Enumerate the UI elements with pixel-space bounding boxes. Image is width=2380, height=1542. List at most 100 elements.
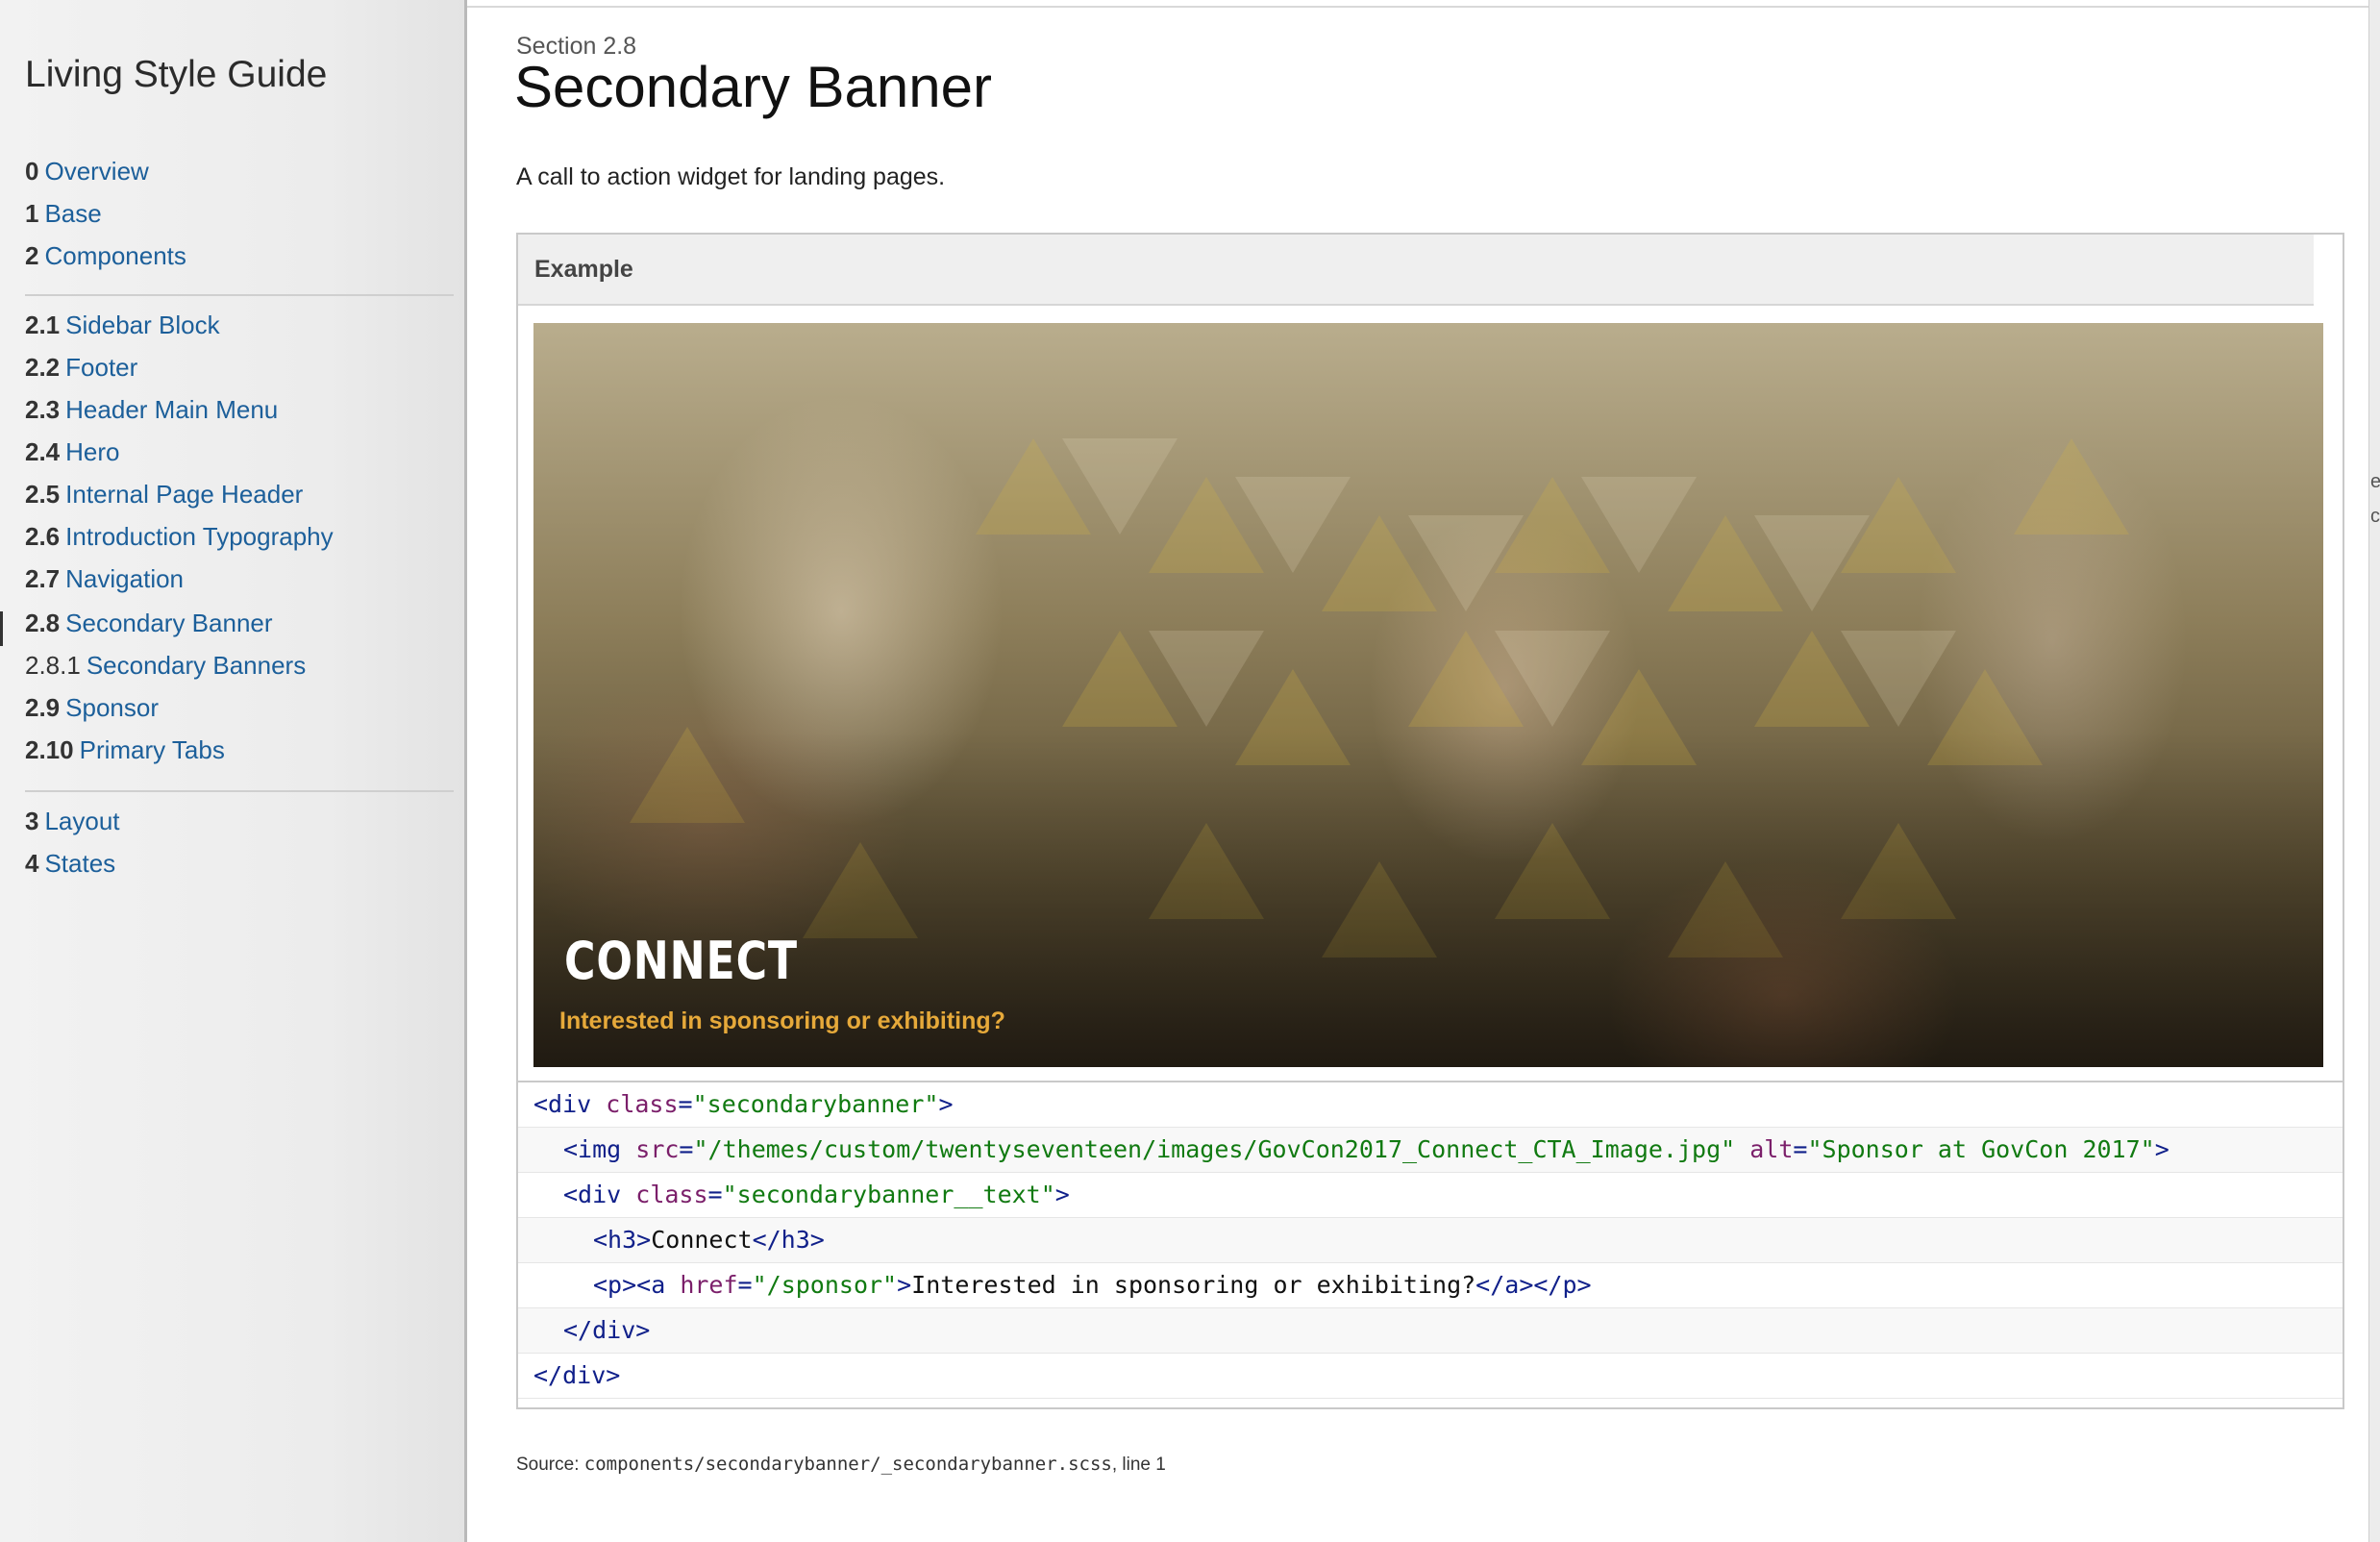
code-token: class (606, 1090, 679, 1118)
code-token: = (707, 1181, 723, 1208)
code-line: <h3>Connect</h3> (518, 1218, 2343, 1263)
nav-item-states[interactable]: 4 States (25, 848, 115, 879)
example-panel: Example CONNECT Interested in sponsoring… (516, 233, 2344, 1409)
window-right-edge (2368, 0, 2380, 1542)
nav-item-secondary-banner[interactable]: 2.8 Secondary Banner (25, 608, 273, 638)
nav-item-footer[interactable]: 2.2 Footer (25, 352, 137, 383)
nav-item-label[interactable]: Header Main Menu (65, 395, 278, 424)
nav-item-components[interactable]: 2 Components (25, 240, 186, 271)
code-token: <img (563, 1135, 636, 1163)
page-title: Secondary Banner (514, 55, 992, 119)
source-suffix: , line 1 (1111, 1455, 1166, 1475)
nav-item-number: 2.9 (25, 693, 61, 722)
nav-item-number: 0 (25, 157, 39, 186)
code-token: "secondarybanner" (692, 1090, 939, 1118)
code-line: <img src="/themes/custom/twentyseventeen… (518, 1128, 2343, 1173)
nav-item-internal-page-header[interactable]: 2.5 Internal Page Header (25, 479, 303, 510)
code-line: <div class="secondarybanner__text"> (518, 1173, 2343, 1218)
code-token: Connect (651, 1226, 753, 1254)
code-token: class (635, 1181, 708, 1208)
nav-item-header-main-menu[interactable]: 2.3 Header Main Menu (25, 394, 278, 425)
brand-title[interactable]: Living Style Guide (25, 54, 327, 96)
code-token: </h3> (752, 1226, 825, 1254)
nav-item-hero[interactable]: 2.4 Hero (25, 436, 120, 467)
active-item-marker (0, 611, 3, 646)
nav-item-number: 4 (25, 849, 39, 878)
nav-item-secondary-banners[interactable]: 2.8.1 Secondary Banners (25, 650, 306, 681)
sidebar: Living Style Guide 0 Overview 1 Base 2 Comp… (0, 0, 467, 1542)
nav-divider (25, 790, 454, 792)
nav-item-sponsor[interactable]: 2.9 Sponsor (25, 692, 159, 723)
nav-item-number: 1 (25, 199, 39, 228)
code-token: href (680, 1271, 738, 1299)
nav-item-number: 3 (25, 807, 39, 835)
nav-item-sidebar-block[interactable]: 2.1 Sidebar Block (25, 310, 220, 340)
code-line: </div> (518, 1354, 2343, 1399)
banner-heading: CONNECT (564, 931, 798, 991)
code-token: = (1793, 1135, 1808, 1163)
code-token: <div (563, 1181, 636, 1208)
code-token: "Sponsor at GovCon 2017" (1807, 1135, 2155, 1163)
code-token: "secondarybanner__text" (722, 1181, 1055, 1208)
nav-item-number: 2.5 (25, 480, 61, 509)
nav-item-label[interactable]: Primary Tabs (80, 735, 225, 764)
nav-item-number: 2.8.1 (25, 651, 81, 680)
banner-link[interactable]: Interested in sponsoring or exhibiting? (559, 1007, 1005, 1035)
nav-item-introduction-typography[interactable]: 2.6 Introduction Typography (25, 521, 334, 552)
code-token: <p><a (593, 1271, 681, 1299)
code-token: Interested in sponsoring or exhibiting? (911, 1271, 1476, 1299)
nav-item-label[interactable]: Secondary Banner (65, 609, 272, 637)
code-token: > (2154, 1135, 2169, 1163)
nav-item-number: 2.2 (25, 353, 61, 382)
source-path: components/secondarybanner/_secondaryban… (583, 1454, 1112, 1475)
nav-item-label[interactable]: Layout (44, 807, 119, 835)
nav-item-number: 2.6 (25, 522, 61, 551)
nav-item-label[interactable]: Overview (44, 157, 148, 186)
top-border (467, 6, 2380, 8)
nav-item-navigation[interactable]: 2.7 Navigation (25, 563, 184, 594)
nav-item-label[interactable]: Sidebar Block (65, 311, 219, 339)
nav-item-label[interactable]: Navigation (65, 564, 184, 593)
code-token: <div (533, 1090, 607, 1118)
code-token: </div> (563, 1316, 651, 1344)
code-token: </div> (533, 1361, 621, 1389)
code-line: <p><a href="/sponsor">Interested in spon… (518, 1263, 2343, 1308)
nav-item-label[interactable]: Sponsor (65, 693, 159, 722)
nav-item-number: 2.1 (25, 311, 61, 339)
section-description: A call to action widget for landing page… (516, 163, 946, 190)
nav-item-label[interactable]: States (44, 849, 115, 878)
code-token: > (938, 1090, 954, 1118)
nav-item-label[interactable]: Footer (65, 353, 137, 382)
nav-item-label[interactable]: Introduction Typography (65, 522, 333, 551)
nav-item-base[interactable]: 1 Base (25, 198, 102, 229)
nav-item-overview[interactable]: 0 Overview (25, 156, 149, 187)
nav-item-primary-tabs[interactable]: 2.10 Primary Tabs (25, 734, 225, 765)
source-reference: Source: components/secondarybanner/_seco… (516, 1454, 1166, 1476)
nav-item-layout[interactable]: 3 Layout (25, 806, 120, 836)
code-token: > (897, 1271, 912, 1299)
nav-item-number: 2.8 (25, 609, 61, 637)
nav-item-label[interactable]: Hero (65, 437, 119, 466)
nav-item-label[interactable]: Base (44, 199, 101, 228)
clipped-text: e (2370, 471, 2380, 492)
code-token: <h3> (593, 1226, 652, 1254)
code-block: <div class="secondarybanner"> <img src="… (518, 1081, 2343, 1402)
nav-divider (25, 294, 454, 296)
nav-item-label[interactable]: Secondary Banners (87, 651, 306, 680)
nav-item-number: 2.7 (25, 564, 61, 593)
example-header: Example (518, 235, 2314, 306)
main-content: Section 2.8 Secondary Banner A call to a… (467, 0, 2380, 1542)
nav-item-number: 2.10 (25, 735, 74, 764)
nav-item-label[interactable]: Components (44, 241, 186, 270)
code-line: </div> (518, 1308, 2343, 1354)
nav-item-label[interactable]: Internal Page Header (65, 480, 303, 509)
nav-item-number: 2 (25, 241, 39, 270)
code-line: <div class="secondarybanner"> (518, 1082, 2343, 1128)
code-token: "/sponsor" (752, 1271, 898, 1299)
nav-item-number: 2.4 (25, 437, 61, 466)
source-prefix: Source: (516, 1455, 584, 1475)
code-token: </a></p> (1475, 1271, 1592, 1299)
example-label: Example (534, 256, 633, 283)
code-token: alt (1749, 1135, 1794, 1163)
nav-item-number: 2.3 (25, 395, 61, 424)
